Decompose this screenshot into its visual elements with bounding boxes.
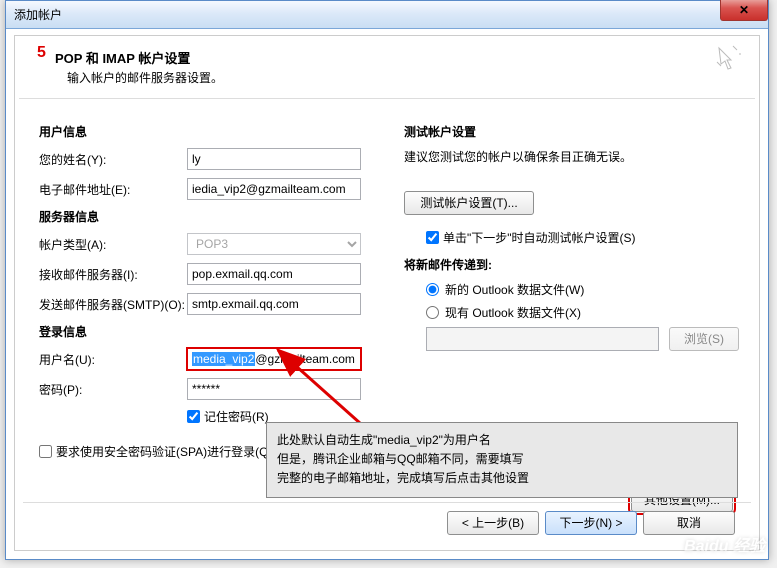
- right-column: 测试帐户设置 建议您测试您的帐户以确保条目正确无误。 测试帐户设置(T)... …: [404, 117, 739, 464]
- step-number: 5: [37, 44, 46, 62]
- annotation-line3: 完整的电子邮箱地址，完成填写后点击其他设置: [277, 469, 727, 488]
- radio-new-file[interactable]: [426, 283, 439, 296]
- window-title: 添加帐户: [14, 6, 62, 23]
- annotation-box: 此处默认自动生成"media_vip2"为用户名 但是，腾讯企业邮箱与QQ邮箱不…: [266, 422, 738, 498]
- remember-label: 记住密码(R): [204, 408, 269, 425]
- header-title: POP 和 IMAP 帐户设置: [55, 48, 739, 67]
- email-input[interactable]: [187, 178, 361, 200]
- cursor-icon: [715, 44, 743, 72]
- annotation-line2: 但是，腾讯企业邮箱与QQ邮箱不同，需要填写: [277, 450, 727, 469]
- test-description: 建议您测试您的帐户以确保条目正确无误。: [404, 148, 739, 165]
- titlebar: 添加帐户 ✕: [6, 1, 768, 29]
- outgoing-label: 发送邮件服务器(SMTP)(O):: [39, 296, 187, 313]
- radio-new-label: 新的 Outlook 数据文件(W): [445, 281, 584, 298]
- cancel-button[interactable]: 取消: [643, 511, 735, 535]
- deliver-section: 将新邮件传递到:: [404, 256, 739, 273]
- acct-type-select[interactable]: POP3: [187, 233, 361, 255]
- spa-checkbox[interactable]: [39, 445, 52, 458]
- browse-button[interactable]: 浏览(S): [669, 327, 739, 351]
- password-input[interactable]: [187, 378, 361, 400]
- name-label: 您的姓名(Y):: [39, 151, 187, 168]
- incoming-label: 接收邮件服务器(I):: [39, 266, 187, 283]
- header-subtitle: 输入帐户的邮件服务器设置。: [67, 69, 739, 86]
- server-info-section: 服务器信息: [39, 208, 374, 225]
- acct-type-label: 帐户类型(A):: [39, 236, 187, 253]
- username-label: 用户名(U):: [39, 351, 187, 368]
- watermark: Baidu 经验: [684, 532, 765, 556]
- spa-label: 要求使用安全密码验证(SPA)进行登录(Q): [56, 443, 272, 460]
- back-button[interactable]: < 上一步(B): [447, 511, 539, 535]
- incoming-input[interactable]: [187, 263, 361, 285]
- next-button[interactable]: 下一步(N) >: [545, 511, 637, 535]
- password-label: 密码(P):: [39, 381, 187, 398]
- email-label: 电子邮件地址(E):: [39, 181, 187, 198]
- outgoing-input[interactable]: [187, 293, 361, 315]
- close-icon: ✕: [739, 3, 749, 17]
- footer: < 上一步(B) 下一步(N) > 取消: [23, 502, 751, 542]
- auto-test-checkbox[interactable]: [426, 231, 439, 244]
- radio-existing-file[interactable]: [426, 306, 439, 319]
- username-rest: @gzmailteam.com: [255, 352, 355, 366]
- radio-existing-label: 现有 Outlook 数据文件(X): [445, 304, 581, 321]
- username-selected: media_vip2: [192, 352, 255, 366]
- remember-checkbox[interactable]: [187, 410, 200, 423]
- login-info-section: 登录信息: [39, 323, 374, 340]
- user-info-section: 用户信息: [39, 123, 374, 140]
- content-area: 用户信息 您的姓名(Y): 电子邮件地址(E): 服务器信息 帐户类型(A):P…: [15, 99, 759, 464]
- left-column: 用户信息 您的姓名(Y): 电子邮件地址(E): 服务器信息 帐户类型(A):P…: [39, 117, 374, 464]
- username-input[interactable]: media_vip2@gzmailteam.com: [187, 348, 361, 370]
- test-section: 测试帐户设置: [404, 123, 739, 140]
- name-input[interactable]: [187, 148, 361, 170]
- auto-test-label: 单击"下一步"时自动测试帐户设置(S): [443, 229, 636, 246]
- close-button[interactable]: ✕: [720, 0, 768, 21]
- existing-path-input: [426, 327, 659, 351]
- dialog-header: 5 POP 和 IMAP 帐户设置 输入帐户的邮件服务器设置。: [15, 36, 759, 92]
- test-button[interactable]: 测试帐户设置(T)...: [404, 191, 534, 215]
- annotation-line1: 此处默认自动生成"media_vip2"为用户名: [277, 431, 727, 450]
